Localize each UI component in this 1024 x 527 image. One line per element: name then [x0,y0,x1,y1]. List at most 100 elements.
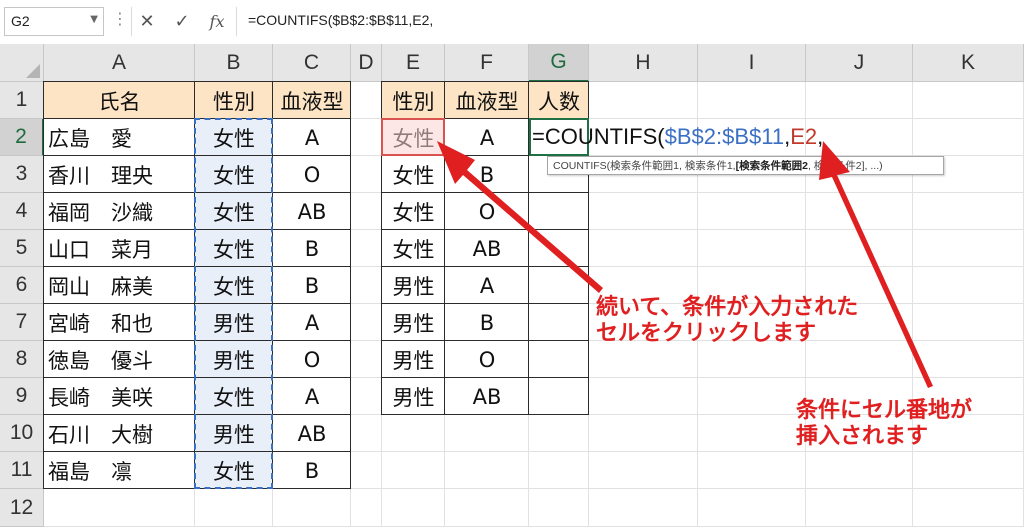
row-header-4[interactable]: 4 [0,193,44,230]
name-cell[interactable]: 広島 愛 [44,119,195,156]
column-header-k[interactable]: K [913,44,1024,82]
gender-cell[interactable]: 男性 [195,341,273,378]
name-box[interactable]: G2 ▼ [4,7,104,36]
criteria-gender-cell[interactable]: 女性 [382,230,445,267]
chevron-down-icon[interactable]: ▼ [90,14,98,25]
row-header-12[interactable]: 12 [0,489,44,527]
blood-type-cell[interactable]: A [273,378,351,415]
name-cell[interactable]: 山口 菜月 [44,230,195,267]
spreadsheet-grid: ABCDEFGHIJK 1 2 3 4 5 6 7 8 9 10 11 12 氏名 性別 血液型 広島 愛女… [0,44,1024,527]
cancel-icon[interactable]: ✕ [132,7,162,36]
gender-cell[interactable]: 男性 [195,415,273,452]
column-header-g[interactable]: G [529,44,589,82]
gender-cell[interactable]: 女性 [195,378,273,415]
column-header-j[interactable]: J [806,44,913,82]
name-cell[interactable]: 岡山 麻美 [44,267,195,304]
column-header-h[interactable]: H [589,44,698,82]
name-cell[interactable]: 福島 凛 [44,452,195,489]
enter-check-icon[interactable]: ✓ [167,7,197,36]
row-header-2[interactable]: 2 [0,119,44,156]
column-header-i[interactable]: I [698,44,806,82]
blood-type-cell[interactable]: A [273,304,351,341]
tooltip-suffix: , 検索条件2], ...) [807,160,883,172]
tooltip-prefix: COUNTIFS(検索条件範囲1, 検索条件1, [553,160,736,172]
annotation-line: 続いて、条件が入力された [596,295,859,320]
criteria-blood-cell[interactable]: O [445,341,529,378]
row-header-6[interactable]: 6 [0,267,44,304]
criteria-gender-cell[interactable]: 女性 [382,193,445,230]
criteria-blood-cell[interactable]: B [445,304,529,341]
column-header-a[interactable]: A [44,44,195,82]
name-cell[interactable]: 福岡 沙織 [44,193,195,230]
name-box-value: G2 [11,13,30,29]
column-header-f[interactable]: F [445,44,529,82]
count-cell[interactable] [529,230,589,267]
blood-type-cell[interactable]: A [273,119,351,156]
table2-header-cell[interactable]: 人数 [529,82,589,119]
blood-type-cell[interactable]: B [273,267,351,304]
blood-type-cell[interactable]: AB [273,415,351,452]
criteria-blood-cell[interactable]: A [445,267,529,304]
gender-cell[interactable]: 女性 [195,119,273,156]
tooltip-current-arg: [検索条件範囲2 [735,160,808,172]
insert-function-icon[interactable]: fx [202,7,232,36]
row-header-8[interactable]: 8 [0,341,44,378]
name-cell[interactable]: 長崎 美咲 [44,378,195,415]
blood-type-cell[interactable]: O [273,156,351,193]
blood-type-cell[interactable]: B [273,230,351,267]
table1-header-cell[interactable]: 性別 [195,82,273,119]
blood-type-cell[interactable]: B [273,452,351,489]
criteria-gender-cell[interactable]: 男性 [382,267,445,304]
table1-header-cell[interactable]: 氏名 [44,82,195,119]
count-cell[interactable] [529,341,589,378]
criteria-gender-cell[interactable]: 男性 [382,304,445,341]
name-cell[interactable]: 宮崎 和也 [44,304,195,341]
table1-header-cell[interactable]: 血液型 [273,82,351,119]
table2-header-cell[interactable]: 血液型 [445,82,529,119]
row-header-1[interactable]: 1 [0,82,44,119]
column-header-e[interactable]: E [382,44,445,82]
count-cell[interactable] [529,378,589,415]
criteria-gender-cell[interactable]: 女性 [382,119,445,156]
gridline-vertical [912,82,913,527]
gender-cell[interactable]: 女性 [195,267,273,304]
row-header-7[interactable]: 7 [0,304,44,341]
formula-input[interactable]: =COUNTIFS($B$2:$B$11,E2, [238,7,1020,36]
gender-cell[interactable]: 女性 [195,156,273,193]
criteria-gender-cell[interactable]: 男性 [382,341,445,378]
annotation-line: セルをクリックします [596,321,817,346]
count-cell[interactable] [529,193,589,230]
blood-type-cell[interactable]: O [273,341,351,378]
blood-type-cell[interactable]: AB [273,193,351,230]
column-header-d[interactable]: D [351,44,382,82]
row-header-10[interactable]: 10 [0,415,44,452]
criteria-blood-cell[interactable]: O [445,193,529,230]
count-cell[interactable] [529,304,589,341]
annotation-click-cell: 続いて、条件が入力された セルをクリックします [596,295,858,347]
criteria-blood-cell[interactable]: A [445,119,529,156]
column-header-c[interactable]: C [273,44,351,82]
column-header-b[interactable]: B [195,44,273,82]
row-header-5[interactable]: 5 [0,230,44,267]
name-cell[interactable]: 石川 大樹 [44,415,195,452]
criteria-blood-cell[interactable]: B [445,156,529,193]
name-cell[interactable]: 香川 理央 [44,156,195,193]
criteria-blood-cell[interactable]: AB [445,378,529,415]
annotation-line: 挿入されます [796,424,929,449]
gender-cell[interactable]: 女性 [195,452,273,489]
count-cell[interactable] [529,267,589,304]
select-all-corner[interactable] [0,44,44,82]
gender-cell[interactable]: 女性 [195,193,273,230]
gender-cell[interactable]: 男性 [195,304,273,341]
criteria-blood-cell[interactable]: AB [445,230,529,267]
formula-text: =COUNTIFS($B$2:$B$11,E2, [248,12,434,28]
row-header-3[interactable]: 3 [0,156,44,193]
table2-header-cell[interactable]: 性別 [382,82,445,119]
gender-cell[interactable]: 女性 [195,230,273,267]
criteria-gender-cell[interactable]: 男性 [382,378,445,415]
name-cell[interactable]: 徳島 優斗 [44,341,195,378]
criteria-gender-cell[interactable]: 女性 [382,156,445,193]
row-header-9[interactable]: 9 [0,378,44,415]
row-header-11[interactable]: 11 [0,452,44,489]
more-dots-icon[interactable]: ⋮ [112,9,128,28]
